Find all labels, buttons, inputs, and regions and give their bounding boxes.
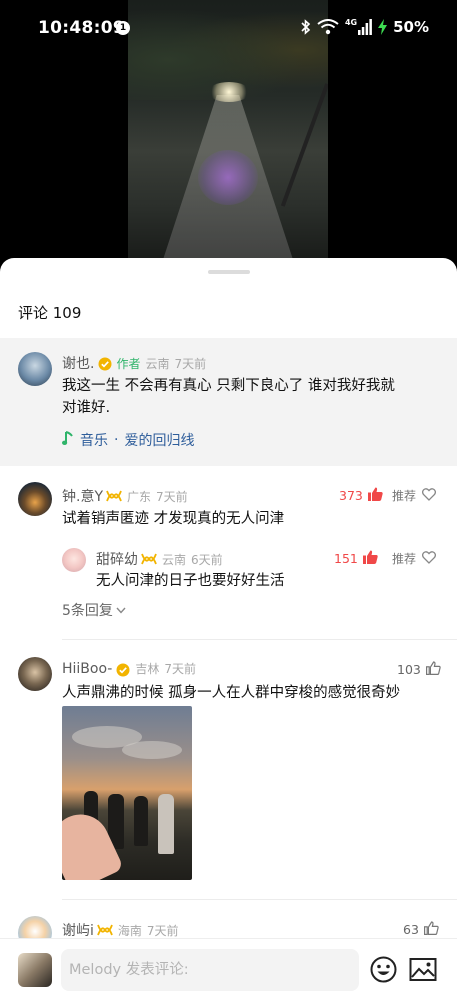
comment-text: 人声鼎沸的时候 孤身一人在人群中穿梭的感觉很奇妙 — [62, 685, 401, 701]
more-replies-label: 5条回复 — [62, 603, 113, 619]
like-count: 63 — [403, 922, 419, 937]
avatar[interactable] — [18, 657, 52, 691]
image-icon[interactable] — [409, 957, 437, 987]
like-count: 373 — [339, 488, 363, 503]
comment-input[interactable] — [61, 949, 359, 991]
avatar[interactable] — [18, 352, 52, 386]
thumbs-up-icon — [362, 550, 378, 567]
comment-text: 我这一生 不会再有真心 只剩下良心了 谁对我好我就 对谁好. — [62, 375, 447, 419]
emoji-icon[interactable] — [370, 956, 397, 987]
comment-time: 7天前 — [174, 356, 207, 371]
vip-badge-icon — [97, 921, 113, 940]
music-separator: · — [114, 432, 119, 448]
comment-text: 试着销声匿迹 才发现真的无人问津 — [62, 511, 285, 527]
reply-author-name[interactable]: 甜碎幼 — [96, 549, 138, 569]
divider — [62, 899, 457, 900]
like-button[interactable]: 103 — [397, 661, 441, 678]
comment-input-bar — [0, 938, 457, 1000]
recommend-button[interactable]: 推荐 — [392, 550, 437, 567]
status-icons: 4G 50% — [301, 18, 429, 36]
user-avatar[interactable] — [18, 953, 52, 987]
comments-sheet: 评论 109 谢也. 作者 云南 7天前 我这一生 不会再有真心 只剩下良心了 … — [0, 258, 457, 1000]
video-reflection — [198, 150, 258, 205]
comment-author-name[interactable]: HiiBoo- — [62, 661, 112, 677]
reply-text: 无人问津的日子也要好好生活 — [96, 573, 285, 589]
music-label: 音乐 — [80, 433, 108, 449]
more-replies-button[interactable]: 5条回复 — [62, 600, 126, 620]
signal-icon: 4G — [344, 18, 372, 35]
thumbs-up-icon — [425, 661, 441, 678]
comment-location: 吉林 — [135, 662, 160, 676]
vip-badge-icon — [141, 550, 157, 569]
comment-header: HiiBoo- 吉林 7天前 — [62, 660, 196, 677]
avatar[interactable] — [18, 482, 52, 516]
like-button[interactable]: 63 — [403, 921, 439, 938]
comment-header: 谢也. 作者 云南 7天前 — [62, 353, 206, 373]
photo-person — [158, 794, 174, 854]
like-button[interactable]: 373 — [339, 487, 383, 504]
heart-icon — [421, 487, 437, 504]
comment-location: 广东 — [127, 489, 152, 504]
verified-icon — [116, 662, 130, 676]
author-tag: 作者 — [116, 356, 141, 371]
music-link[interactable]: 音乐 · 爱的回归线 — [62, 430, 194, 450]
battery-level: 50% — [393, 18, 429, 36]
avatar[interactable] — [62, 548, 86, 572]
divider — [62, 639, 457, 640]
like-button[interactable]: 151 — [334, 550, 378, 567]
status-bar: 10:48:09 1 4G 50% — [0, 0, 457, 56]
reply-header: 甜碎幼 云南 6天前 — [96, 549, 223, 569]
status-time: 10:48:09 — [38, 18, 125, 38]
thumbs-up-icon — [423, 921, 439, 938]
vip-badge-icon — [106, 487, 122, 506]
comments-title: 评论 109 — [18, 304, 82, 322]
verified-icon — [98, 356, 112, 371]
photo-cloud — [122, 741, 182, 759]
reply-location: 云南 — [162, 552, 187, 567]
comment-location: 海南 — [117, 923, 142, 938]
recommend-label: 推荐 — [392, 552, 417, 566]
video-headlights — [208, 82, 250, 102]
recommend-button[interactable]: 推荐 — [392, 487, 437, 504]
comment-text-line: 对谁好. — [62, 400, 111, 416]
drag-handle[interactable] — [208, 270, 250, 274]
comment-time: 7天前 — [156, 489, 188, 504]
comment-location: 云南 — [145, 356, 170, 371]
photo-person — [134, 796, 148, 846]
chevron-down-icon — [116, 602, 126, 618]
network-type: 4G — [344, 18, 358, 27]
comment-header: 谢屿i 海南 7天前 — [62, 920, 179, 940]
thumbs-up-icon — [367, 487, 383, 504]
recommend-label: 推荐 — [392, 489, 417, 503]
comment-time: 7天前 — [146, 923, 179, 938]
comment-photo[interactable] — [62, 706, 192, 880]
charging-icon — [378, 19, 388, 35]
notification-badge: 1 — [116, 21, 130, 35]
comment-author-name[interactable]: 谢屿i — [62, 920, 94, 940]
comment-author-name[interactable]: 谢也. — [62, 353, 94, 373]
comment-author-name[interactable]: 钟.意Y — [62, 486, 103, 506]
bluetooth-icon — [301, 19, 311, 35]
music-note-icon — [62, 430, 74, 450]
comment-header: 钟.意Y 广东 7天前 — [62, 486, 188, 506]
reply-time: 6天前 — [191, 552, 223, 567]
like-count: 103 — [397, 662, 421, 677]
comment-time: 7天前 — [164, 662, 197, 676]
heart-icon — [421, 550, 437, 567]
comment-text-line: 我这一生 不会再有真心 只剩下良心了 谁对我好我就 — [62, 378, 395, 394]
like-count: 151 — [334, 551, 358, 566]
music-song-title: 爱的回归线 — [124, 433, 195, 449]
wifi-icon — [317, 19, 339, 35]
video-umbrella — [280, 83, 328, 207]
